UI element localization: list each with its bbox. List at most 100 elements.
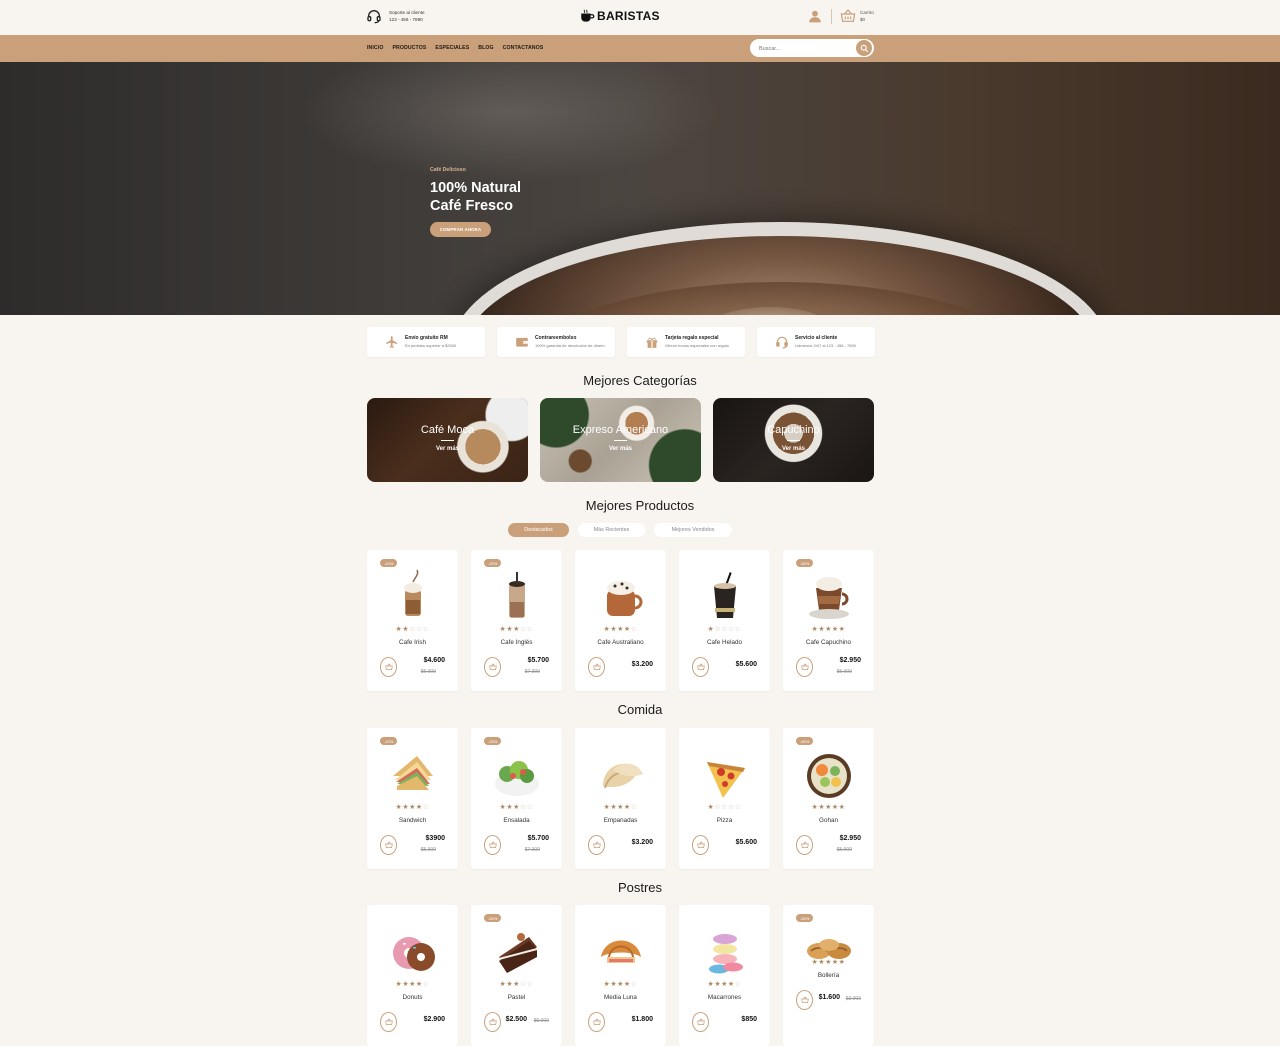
add-to-cart-button[interactable] — [380, 1012, 397, 1032]
category-cafe-moca[interactable]: Café Moca Ver más — [367, 398, 528, 482]
category-expreso-americano[interactable]: Expreso Americano Ver más — [540, 398, 701, 482]
hero-coffee-image — [450, 222, 1110, 315]
tab-destacados[interactable]: Destacados — [508, 523, 569, 537]
original-price: $5.300 — [420, 669, 436, 675]
product-card-ensalada[interactable]: -20% ★★★☆☆ Ensalada $5.700 $7.300 — [471, 728, 562, 869]
product-name[interactable]: Cafe Irish — [367, 639, 458, 646]
product-name[interactable]: Media Luna — [575, 994, 666, 1001]
feature-subtitle: Llámenos 24/7 al 123 - 456 - 7890 — [795, 343, 856, 348]
wallet-icon — [516, 337, 528, 347]
basket-icon — [384, 663, 393, 671]
hero-kicker: Café Delicioso — [430, 167, 466, 173]
tab-mas-recientes[interactable]: Más Recientes — [578, 523, 645, 537]
airplane-icon — [386, 336, 398, 348]
rating-stars: ★★★★☆ — [603, 804, 638, 811]
add-to-cart-button[interactable] — [692, 835, 709, 855]
add-to-cart-button[interactable] — [484, 1012, 501, 1032]
product-name[interactable]: Cafe Inglés — [471, 639, 562, 646]
basket-icon — [800, 841, 809, 849]
category-divider — [441, 440, 454, 441]
add-to-cart-button[interactable] — [796, 835, 813, 855]
product-price: $4.600 — [423, 657, 445, 664]
rating-stars: ★★★★☆ — [603, 981, 638, 988]
support-phone: 123 - 456 - 7890 — [389, 17, 423, 22]
add-to-cart-button[interactable] — [796, 990, 813, 1010]
nav-link-inicio[interactable]: INICIO — [367, 45, 383, 51]
basket-icon — [800, 996, 809, 1004]
tab-mejores-vendidos[interactable]: Mejores Vendidos — [654, 523, 732, 537]
product-card-donuts[interactable]: ★★★★☆ Donuts $2.900 — [367, 905, 458, 1046]
add-to-cart-button[interactable] — [380, 835, 397, 855]
product-name[interactable]: Macarrones — [679, 994, 770, 1001]
search-input[interactable] — [759, 44, 854, 53]
product-card-cafe-capuchino[interactable]: -50% ★★★★★ Cafe Capuchino $2.950 $5.900 — [783, 550, 874, 691]
coffee-cup-icon — [581, 9, 595, 22]
basket-icon[interactable] — [840, 8, 856, 24]
category-more-link[interactable]: Ver más — [540, 446, 701, 452]
basket-icon — [592, 1018, 601, 1026]
basket-icon — [488, 841, 497, 849]
hero-title: 100% Natural Café Fresco — [430, 179, 521, 215]
add-to-cart-button[interactable] — [588, 1012, 605, 1032]
add-to-cart-button[interactable] — [588, 835, 605, 855]
add-to-cart-button[interactable] — [692, 1012, 709, 1032]
product-name[interactable]: Cafe Capuchino — [783, 639, 874, 646]
discount-badge: -50% — [796, 914, 814, 922]
product-card-pizza[interactable]: ★☆☆☆☆ Pizza $5.600 — [679, 728, 770, 869]
product-card-macarrones[interactable]: ★★★★☆ Macarrones $850 — [679, 905, 770, 1046]
product-card-pastel[interactable]: -50% ★★★☆☆ Pastel $2.500 $5.000 — [471, 905, 562, 1046]
product-card-gohan[interactable]: -50% ★★★★★ Gohan $2.950 $5.900 — [783, 728, 874, 869]
product-name[interactable]: Bollería — [783, 972, 874, 979]
search-button[interactable] — [855, 39, 873, 57]
rating-stars: ★★★☆☆ — [499, 981, 534, 988]
add-to-cart-button[interactable] — [588, 657, 605, 677]
product-name[interactable]: Pastel — [471, 994, 562, 1001]
category-capuchino[interactable]: Capuchino Ver más — [713, 398, 874, 482]
basket-icon — [696, 663, 705, 671]
product-name[interactable]: Cafe Australiano — [575, 639, 666, 646]
basket-icon — [488, 1018, 497, 1026]
product-price: $3.200 — [631, 661, 653, 668]
add-to-cart-button[interactable] — [380, 657, 397, 677]
cart-summary[interactable]: Carrito $0 — [860, 9, 874, 23]
nav-link-especiales[interactable]: ESPECIALES — [435, 45, 469, 51]
brand-logo[interactable]: BARISTAS — [580, 9, 660, 23]
product-name[interactable]: Cafe Helado — [679, 639, 770, 646]
product-name[interactable]: Sandwich — [367, 817, 458, 824]
add-to-cart-button[interactable] — [796, 657, 813, 677]
headset-icon — [776, 336, 788, 349]
nav-link-contactanos[interactable]: CONTACTANOS — [503, 45, 544, 51]
rating-stars: ★★★★☆ — [603, 626, 638, 633]
product-card-cafe-australiano[interactable]: ★★★★☆ Cafe Australiano $3.200 — [575, 550, 666, 691]
product-card-cafe-helado[interactable]: ★☆☆☆☆ Cafe Helado $5.600 — [679, 550, 770, 691]
product-name[interactable]: Pizza — [679, 817, 770, 824]
product-card-bolleria[interactable]: -50% ★★★★★ Bollería $1.600 $3.000 — [783, 905, 874, 1046]
add-to-cart-button[interactable] — [484, 657, 501, 677]
product-name[interactable]: Empanadas — [575, 817, 666, 824]
product-card-media-luna[interactable]: ★★★★☆ Media Luna $1.800 — [575, 905, 666, 1046]
product-name[interactable]: Donuts — [367, 994, 458, 1001]
product-card-cafe-ingles[interactable]: -20% ★★★☆☆ Cafe Inglés $5.700 $7.300 — [471, 550, 562, 691]
buy-now-button[interactable]: COMPRAR AHORA — [430, 222, 491, 237]
product-image — [509, 572, 525, 618]
category-more-link[interactable]: Ver más — [713, 446, 874, 452]
product-card-cafe-irish[interactable]: -10% ★★☆☆☆ Cafe Irish $4.600 $5.300 — [367, 550, 458, 691]
product-card-empanadas[interactable]: ★★★★☆ Empanadas $3.200 — [575, 728, 666, 869]
basket-icon — [696, 841, 705, 849]
product-name[interactable]: Ensalada — [471, 817, 562, 824]
customer-support[interactable]: Soporte al cliente 123 - 456 - 7890 — [366, 8, 425, 24]
feature-free-shipping: Envío gratuito RM En pedidos superior a … — [367, 327, 485, 357]
user-icon[interactable] — [808, 9, 822, 23]
product-card-sandwich[interactable]: -10% ★★★★☆ Sandwich $3900 $5.300 — [367, 728, 458, 869]
feature-title: Tarjeta regalo especial — [665, 335, 719, 341]
category-name: Expreso Americano — [572, 424, 669, 436]
category-more-link[interactable]: Ver más — [367, 446, 528, 452]
add-to-cart-button[interactable] — [692, 657, 709, 677]
product-name[interactable]: Gohan — [783, 817, 874, 824]
feature-gift-card: Tarjeta regalo especial Ofrece bonos esp… — [627, 327, 745, 357]
discount-badge: -50% — [796, 559, 814, 567]
add-to-cart-button[interactable] — [484, 835, 501, 855]
nav-link-blog[interactable]: BLOG — [478, 45, 493, 51]
nav-link-productos[interactable]: PRODUCTOS — [392, 45, 426, 51]
product-price: $3900 — [425, 835, 445, 842]
